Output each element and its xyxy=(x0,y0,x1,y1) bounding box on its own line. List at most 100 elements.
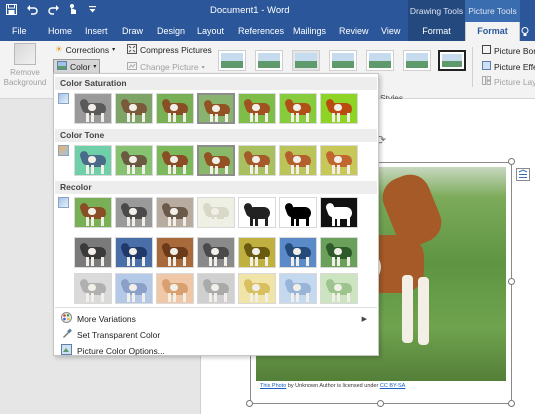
color-preset-thumbnail[interactable] xyxy=(238,273,276,304)
color-preset-thumbnail[interactable] xyxy=(197,197,235,228)
color-preset-thumbnail[interactable] xyxy=(74,273,112,304)
redo-icon[interactable] xyxy=(48,4,59,15)
resize-handle-bottom-right[interactable] xyxy=(508,400,515,407)
lightbulb-icon[interactable] xyxy=(521,27,529,39)
save-icon[interactable] xyxy=(6,3,17,15)
palette-icon xyxy=(61,312,72,325)
color-preset-thumbnail[interactable] xyxy=(74,197,112,228)
undo-icon[interactable] xyxy=(26,4,39,15)
set-transparent-color-item[interactable]: Set Transparent Color xyxy=(61,328,160,341)
color-preset-thumbnail[interactable] xyxy=(197,237,235,268)
gallery-scroll[interactable] xyxy=(472,47,480,87)
change-picture-button[interactable]: Change Picture ▾ xyxy=(127,61,205,73)
change-picture-icon xyxy=(127,61,137,73)
resize-handle-bottom-left[interactable] xyxy=(246,400,253,407)
picture-layout-icon xyxy=(482,76,491,87)
color-preset-thumbnail[interactable] xyxy=(238,145,276,176)
caption-photo-link[interactable]: This Photo xyxy=(260,383,286,389)
color-preset-thumbnail[interactable] xyxy=(156,237,194,268)
picture-style-3[interactable] xyxy=(292,50,320,71)
color-preset-thumbnail[interactable] xyxy=(156,273,194,304)
caption-text: by Unknown Author is licensed under xyxy=(286,383,380,389)
picture-style-2[interactable] xyxy=(255,50,283,71)
color-preset-thumbnail[interactable] xyxy=(115,237,153,268)
color-preset-thumbnail[interactable] xyxy=(320,237,358,268)
touch-mode-icon[interactable] xyxy=(68,3,79,15)
color-preset-thumbnail[interactable] xyxy=(74,237,112,268)
picture-style-7[interactable] xyxy=(438,50,466,71)
section-color-saturation: Color Saturation xyxy=(55,77,377,90)
color-preset-thumbnail[interactable] xyxy=(74,93,112,124)
color-preset-thumbnail[interactable] xyxy=(156,93,194,124)
color-preset-thumbnail[interactable] xyxy=(115,273,153,304)
color-preset-thumbnail[interactable] xyxy=(115,93,153,124)
picture-effects-label: Picture Effec xyxy=(494,61,535,72)
compress-pictures-label: Compress Pictures xyxy=(140,45,212,55)
customize-qat-icon[interactable] xyxy=(88,5,97,14)
tab-design[interactable]: Design xyxy=(157,22,185,41)
picture-border-button[interactable]: Picture Borde xyxy=(482,45,535,56)
caption-license-link[interactable]: CC BY-SA xyxy=(380,383,405,389)
color-preset-thumbnail[interactable] xyxy=(279,93,317,124)
picture-tools-header: Picture Tools xyxy=(465,0,520,22)
picture-style-6[interactable] xyxy=(403,50,431,71)
picture-effects-button[interactable]: Picture Effec xyxy=(482,61,535,72)
color-preset-thumbnail[interactable] xyxy=(115,145,153,176)
quick-access-toolbar xyxy=(6,3,97,15)
color-tone-icon xyxy=(58,145,69,156)
resize-handle-top-right[interactable] xyxy=(508,158,515,165)
color-preset-thumbnail[interactable] xyxy=(320,273,358,304)
color-preset-thumbnail[interactable] xyxy=(238,237,276,268)
color-preset-thumbnail[interactable] xyxy=(238,93,276,124)
picture-layout-button[interactable]: Picture Layo xyxy=(482,76,535,87)
tab-home[interactable]: Home xyxy=(48,22,72,41)
corrections-button[interactable]: ☀ Corrections ▾ xyxy=(55,44,115,55)
tab-file[interactable]: File xyxy=(12,22,27,41)
tab-drawing-format[interactable]: Format xyxy=(408,22,465,41)
tab-layout[interactable]: Layout xyxy=(197,22,224,41)
tab-insert[interactable]: Insert xyxy=(85,22,108,41)
change-picture-label: Change Picture xyxy=(140,62,199,72)
section-color-tone: Color Tone xyxy=(55,129,377,142)
color-preset-thumbnail[interactable] xyxy=(197,93,235,124)
color-preset-thumbnail[interactable] xyxy=(279,237,317,268)
layout-options-icon[interactable] xyxy=(516,168,530,181)
more-variations-item[interactable]: More Variations ▶ xyxy=(61,312,373,325)
tab-draw[interactable]: Draw xyxy=(122,22,143,41)
color-preset-thumbnail[interactable] xyxy=(115,197,153,228)
picture-border-icon xyxy=(482,45,491,56)
menu-divider xyxy=(55,307,377,308)
color-preset-thumbnail[interactable] xyxy=(156,197,194,228)
ribbon-tab-row: File Home Insert Draw Design Layout Refe… xyxy=(0,22,535,41)
color-preset-thumbnail[interactable] xyxy=(320,145,358,176)
more-variations-label: More Variations xyxy=(77,313,136,324)
color-preset-thumbnail[interactable] xyxy=(74,145,112,176)
drawing-tools-header: Drawing Tools xyxy=(408,0,465,22)
picture-style-4[interactable] xyxy=(329,50,357,71)
remove-background-button[interactable]: Remove Background xyxy=(2,43,48,88)
color-preset-thumbnail[interactable] xyxy=(197,145,235,176)
color-preset-thumbnail[interactable] xyxy=(279,273,317,304)
color-preset-thumbnail[interactable] xyxy=(279,145,317,176)
resize-handle-right[interactable] xyxy=(508,278,515,285)
color-preset-thumbnail[interactable] xyxy=(238,197,276,228)
image-caption: This Photo by Unknown Author is licensed… xyxy=(260,383,405,389)
picture-color-options-item[interactable]: Picture Color Options... xyxy=(61,344,165,357)
tab-view[interactable]: View xyxy=(381,22,400,41)
picture-style-1[interactable] xyxy=(218,50,246,71)
color-preset-thumbnail[interactable] xyxy=(156,145,194,176)
tab-picture-format[interactable]: Format xyxy=(465,22,520,41)
tab-mailings[interactable]: Mailings xyxy=(293,22,326,41)
picture-style-5[interactable] xyxy=(366,50,394,71)
resize-handle-bottom[interactable] xyxy=(377,400,384,407)
color-preset-thumbnail[interactable] xyxy=(320,93,358,124)
title-bar: Document1 - Word Drawing Tools Picture T… xyxy=(0,0,535,22)
compress-pictures-button[interactable]: Compress Pictures xyxy=(127,44,212,56)
color-preset-thumbnail[interactable] xyxy=(197,273,235,304)
tab-references[interactable]: References xyxy=(238,22,284,41)
color-button[interactable]: Color ▾ xyxy=(53,59,101,74)
tab-review[interactable]: Review xyxy=(339,22,369,41)
color-icon xyxy=(57,61,67,72)
color-preset-thumbnail[interactable] xyxy=(320,197,358,228)
color-preset-thumbnail[interactable] xyxy=(279,197,317,228)
